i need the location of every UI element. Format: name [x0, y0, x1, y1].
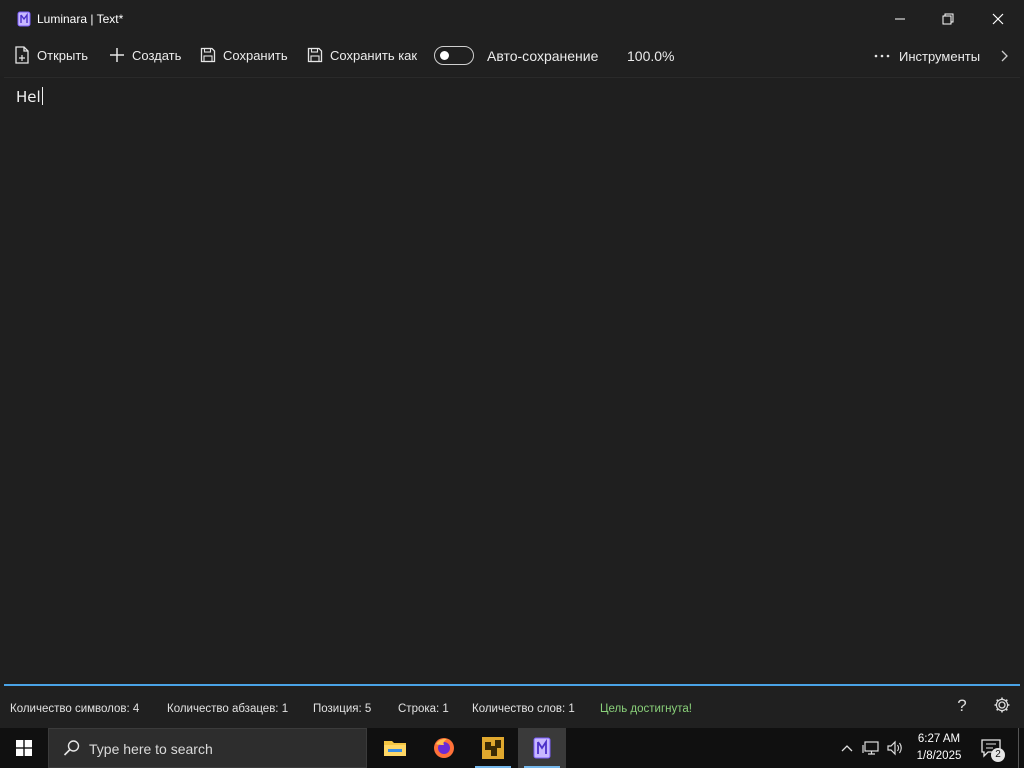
chevron-right-icon[interactable]	[998, 47, 1012, 65]
tools-menu-button[interactable]: Инструменты	[874, 46, 980, 66]
save-button[interactable]: Сохранить	[200, 44, 288, 66]
firefox-icon	[434, 738, 454, 758]
paragraph-count: Количество абзацев: 1	[167, 703, 289, 715]
text-editor[interactable]: Hel	[4, 77, 1020, 685]
luminara-icon	[533, 737, 551, 759]
windows-icon	[16, 740, 32, 756]
title-bar: Luminara | Text*	[0, 0, 1024, 38]
folder-icon	[384, 741, 406, 756]
taskbar-file-explorer[interactable]	[371, 728, 419, 768]
save-as-label: Сохранить как	[330, 47, 418, 63]
save-as-icon	[307, 47, 323, 63]
taskbar-luminara[interactable]	[518, 728, 566, 768]
save-label: Сохранить	[223, 47, 288, 63]
open-label: Открыть	[37, 47, 89, 63]
luminara-app-icon	[17, 11, 31, 27]
editor-content-line[interactable]: Hel	[16, 87, 43, 106]
autosave-label: Авто-сохранение	[487, 48, 599, 64]
window-title: Luminara | Text*	[37, 12, 124, 26]
editor-content: Hel	[16, 88, 41, 106]
tray-volume[interactable]	[884, 728, 906, 768]
tray-overflow[interactable]	[838, 728, 856, 768]
open-button[interactable]: Открыть	[14, 44, 88, 66]
taskbar-app-yellow[interactable]	[469, 728, 517, 768]
minimize-icon	[895, 18, 905, 20]
start-button[interactable]	[0, 728, 48, 768]
search-icon	[63, 740, 80, 756]
taskbar-clock[interactable]: 6:27 AM 1/8/2025	[910, 731, 968, 765]
cursor-position: Позиция: 5	[313, 703, 372, 715]
clock-date: 1/8/2025	[916, 750, 962, 762]
network-icon	[862, 741, 879, 755]
volume-icon	[887, 740, 902, 756]
status-bar: Количество символов: 4 Количество абзаце…	[0, 686, 1024, 728]
chevron-up-icon	[841, 745, 853, 752]
restore-button[interactable]	[924, 0, 972, 38]
char-count: Количество символов: 4	[10, 703, 140, 715]
help-icon[interactable]: ?	[954, 696, 970, 715]
show-desktop-button[interactable]	[1018, 728, 1019, 768]
text-caret	[41, 87, 43, 105]
restore-icon	[942, 13, 954, 25]
save-icon	[200, 47, 216, 63]
plus-icon	[110, 48, 124, 62]
taskbar-search[interactable]: Type here to search	[48, 728, 367, 768]
tools-label: Инструменты	[899, 48, 981, 64]
close-icon	[992, 13, 1004, 25]
create-label: Создать	[132, 47, 182, 63]
open-file-icon	[15, 46, 29, 64]
line-number: Строка: 1	[398, 703, 449, 715]
taskbar: Type here to search 6:27 AM 1/8/2025 2	[0, 728, 1024, 768]
toggle-knob	[440, 51, 449, 60]
clock-time: 6:27 AM	[917, 733, 961, 745]
tray-network[interactable]	[860, 728, 882, 768]
taskbar-firefox[interactable]	[420, 728, 468, 768]
autosave-toggle[interactable]	[434, 46, 474, 65]
close-button[interactable]	[974, 0, 1022, 38]
create-button[interactable]: Создать	[109, 44, 181, 66]
notification-count-badge: 2	[991, 748, 1005, 762]
more-icon	[874, 54, 890, 58]
gear-icon[interactable]	[993, 696, 1011, 714]
zoom-level[interactable]: 100.0%	[627, 48, 674, 64]
search-placeholder: Type here to search	[89, 741, 213, 757]
goal-status: Цель достигнута!	[600, 703, 692, 715]
save-as-button[interactable]: Сохранить как	[307, 44, 417, 66]
word-count: Количество слов: 1	[472, 703, 575, 715]
yellow-app-icon	[482, 737, 504, 759]
minimize-button[interactable]	[876, 0, 924, 38]
